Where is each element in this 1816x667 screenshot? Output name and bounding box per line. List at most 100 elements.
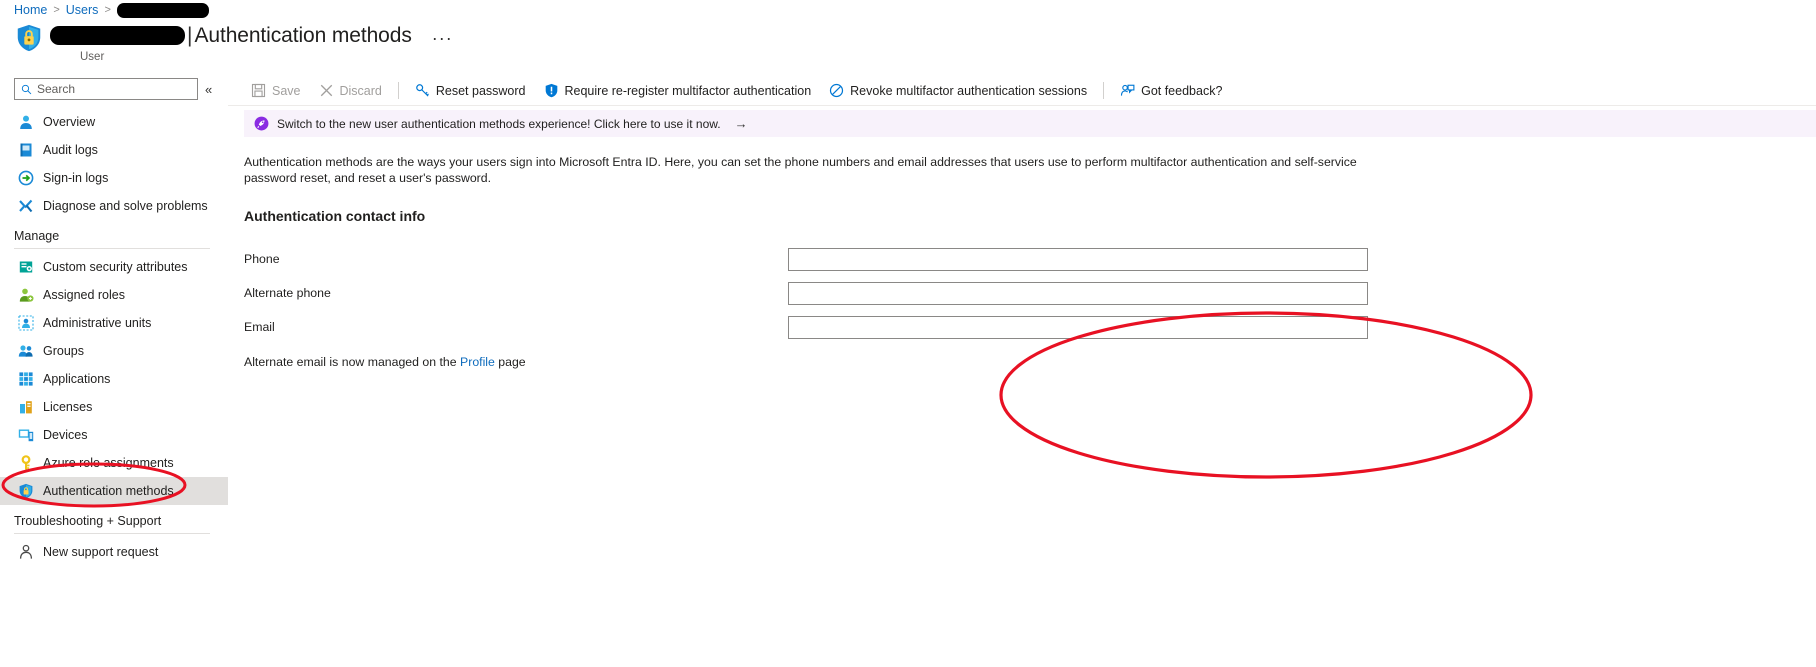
new-experience-banner[interactable]: Switch to the new user authentication me… (244, 110, 1816, 137)
sidebar-item-azure-role-assignments[interactable]: Azure role assignments (0, 449, 228, 477)
sidebar-item-new-support-request[interactable]: New support request (0, 538, 228, 566)
sidebar-item-label: Diagnose and solve problems (43, 199, 208, 213)
shield-alert-icon (545, 83, 557, 98)
groups-icon (18, 345, 33, 357)
rocket-icon (254, 116, 269, 131)
sidebar-item-label: Administrative units (43, 316, 152, 330)
save-label: Save (272, 83, 301, 98)
sidebar-item-label: Applications (43, 372, 111, 386)
support-request-icon (19, 544, 33, 559)
sidebar-item-sign-in-logs[interactable]: Sign-in logs (0, 164, 228, 192)
collapse-sidebar-button[interactable]: « (205, 83, 212, 96)
search-placeholder: Search (37, 82, 76, 96)
key-icon (416, 84, 429, 97)
sidebar-nav-primary: Overview Audit logs Sign-in logs Diagnos… (0, 108, 228, 220)
sidebar-item-label: Overview (43, 115, 96, 129)
sidebar-search-row: Search « (0, 76, 228, 102)
page-description: Authentication methods are the ways your… (244, 155, 1357, 185)
alternate-email-suffix: page (494, 355, 526, 369)
sidebar-item-devices[interactable]: Devices (0, 421, 228, 449)
phone-input[interactable] (788, 247, 1368, 271)
sidebar-item-authentication-methods[interactable]: Authentication methods (0, 477, 228, 505)
applications-icon (19, 372, 33, 386)
sign-in-icon (18, 170, 34, 186)
sidebar-item-label: Licenses (43, 400, 93, 414)
key-icon (21, 455, 31, 470)
search-icon (21, 84, 32, 94)
sidebar-divider-manage (14, 248, 210, 249)
command-toolbar: Save Discard Reset password Require re-r… (228, 76, 1816, 106)
toolbar-separator-1 (397, 82, 399, 99)
licenses-icon (20, 401, 32, 414)
sidebar-item-overview[interactable]: Overview (0, 108, 228, 136)
shield-lock-icon (17, 24, 41, 52)
discard-label: Discard (339, 83, 382, 98)
revoke-mfa-sessions-label: Revoke multifactor authentication sessio… (850, 83, 1088, 98)
main-content: Save Discard Reset password Require re-r… (228, 76, 1816, 667)
email-label: Email (244, 320, 275, 334)
breadcrumb-separator-2: > (104, 4, 111, 16)
sidebar-nav-support: New support request (0, 538, 228, 566)
sidebar-section-troubleshooting: Troubleshooting + Support (14, 514, 162, 528)
alternate-email-note: Alternate email is now managed on the Pr… (244, 355, 1816, 369)
got-feedback-button[interactable]: Got feedback? (1111, 78, 1231, 104)
require-reregister-mfa-label: Require re-register multifactor authenti… (564, 83, 812, 98)
toolbar-separator-2 (1103, 82, 1105, 99)
save-icon (251, 83, 266, 98)
title-pipe: | (187, 23, 193, 47)
breadcrumb-home[interactable]: Home (14, 2, 47, 18)
azure-portal-page: Home > Users > | Authentication methods … (0, 0, 1816, 667)
sidebar-item-label: Assigned roles (43, 288, 125, 302)
breadcrumb-redacted-user[interactable] (116, 2, 209, 18)
sidebar-item-label: New support request (43, 545, 159, 559)
breadcrumb-users[interactable]: Users (66, 2, 99, 18)
diagnose-icon (19, 199, 33, 213)
devices-icon (18, 429, 34, 442)
authentication-contact-form: Phone Alternate phone Email Alternate em… (228, 242, 1816, 369)
discard-button[interactable]: Discard (310, 78, 391, 104)
got-feedback-label: Got feedback? (1141, 83, 1223, 98)
revoke-mfa-sessions-button[interactable]: Revoke multifactor authentication sessio… (820, 78, 1096, 104)
sidebar-item-label: Groups (43, 344, 84, 358)
block-icon (830, 83, 844, 98)
form-row-alternate-phone: Alternate phone (228, 276, 1816, 310)
sidebar-item-custom-security-attributes[interactable]: Custom security attributes (0, 253, 228, 281)
sidebar-item-assigned-roles[interactable]: Assigned roles (0, 281, 228, 309)
administrative-units-icon (18, 315, 34, 331)
assigned-roles-icon (19, 288, 34, 302)
sidebar-item-label: Audit logs (43, 143, 98, 157)
page-title: Authentication methods (194, 23, 412, 47)
profile-link[interactable]: Profile (460, 355, 495, 369)
search-input[interactable]: Search (14, 78, 198, 100)
phone-label: Phone (244, 252, 280, 266)
sidebar-item-licenses[interactable]: Licenses (0, 393, 228, 421)
breadcrumb: Home > Users > (14, 2, 209, 18)
sidebar-item-groups[interactable]: Groups (0, 337, 228, 365)
reset-password-button[interactable]: Reset password (406, 78, 535, 104)
sidebar: Search « Overview Audit logs Sign-in log… (0, 76, 228, 667)
form-row-phone: Phone (228, 242, 1816, 276)
reset-password-label: Reset password (435, 83, 526, 98)
banner-arrow-icon[interactable]: → (735, 116, 748, 131)
sidebar-item-diagnose[interactable]: Diagnose and solve problems (0, 192, 228, 220)
breadcrumb-separator-1: > (53, 4, 60, 16)
more-options-button[interactable]: ··· (432, 28, 453, 49)
sidebar-item-audit-logs[interactable]: Audit logs (0, 136, 228, 164)
sidebar-item-administrative-units[interactable]: Administrative units (0, 309, 228, 337)
sidebar-item-label: Custom security attributes (43, 260, 188, 274)
sidebar-item-label: Azure role assignments (43, 456, 174, 470)
custom-attributes-icon (19, 261, 33, 273)
require-reregister-mfa-button[interactable]: Require re-register multifactor authenti… (535, 78, 821, 104)
title-redacted-user (50, 26, 185, 45)
sidebar-item-label: Sign-in logs (43, 171, 109, 185)
sidebar-section-manage: Manage (14, 229, 60, 243)
page-subtitle: User (80, 51, 105, 63)
page-title-row: | Authentication methods ··· User (14, 22, 453, 63)
sidebar-item-applications[interactable]: Applications (0, 365, 228, 393)
audit-log-icon (20, 143, 32, 157)
save-button[interactable]: Save (242, 78, 310, 104)
banner-text: Switch to the new user authentication me… (277, 116, 721, 131)
close-icon (320, 84, 332, 97)
email-input[interactable] (788, 315, 1368, 339)
alternate-phone-input[interactable] (788, 281, 1368, 305)
